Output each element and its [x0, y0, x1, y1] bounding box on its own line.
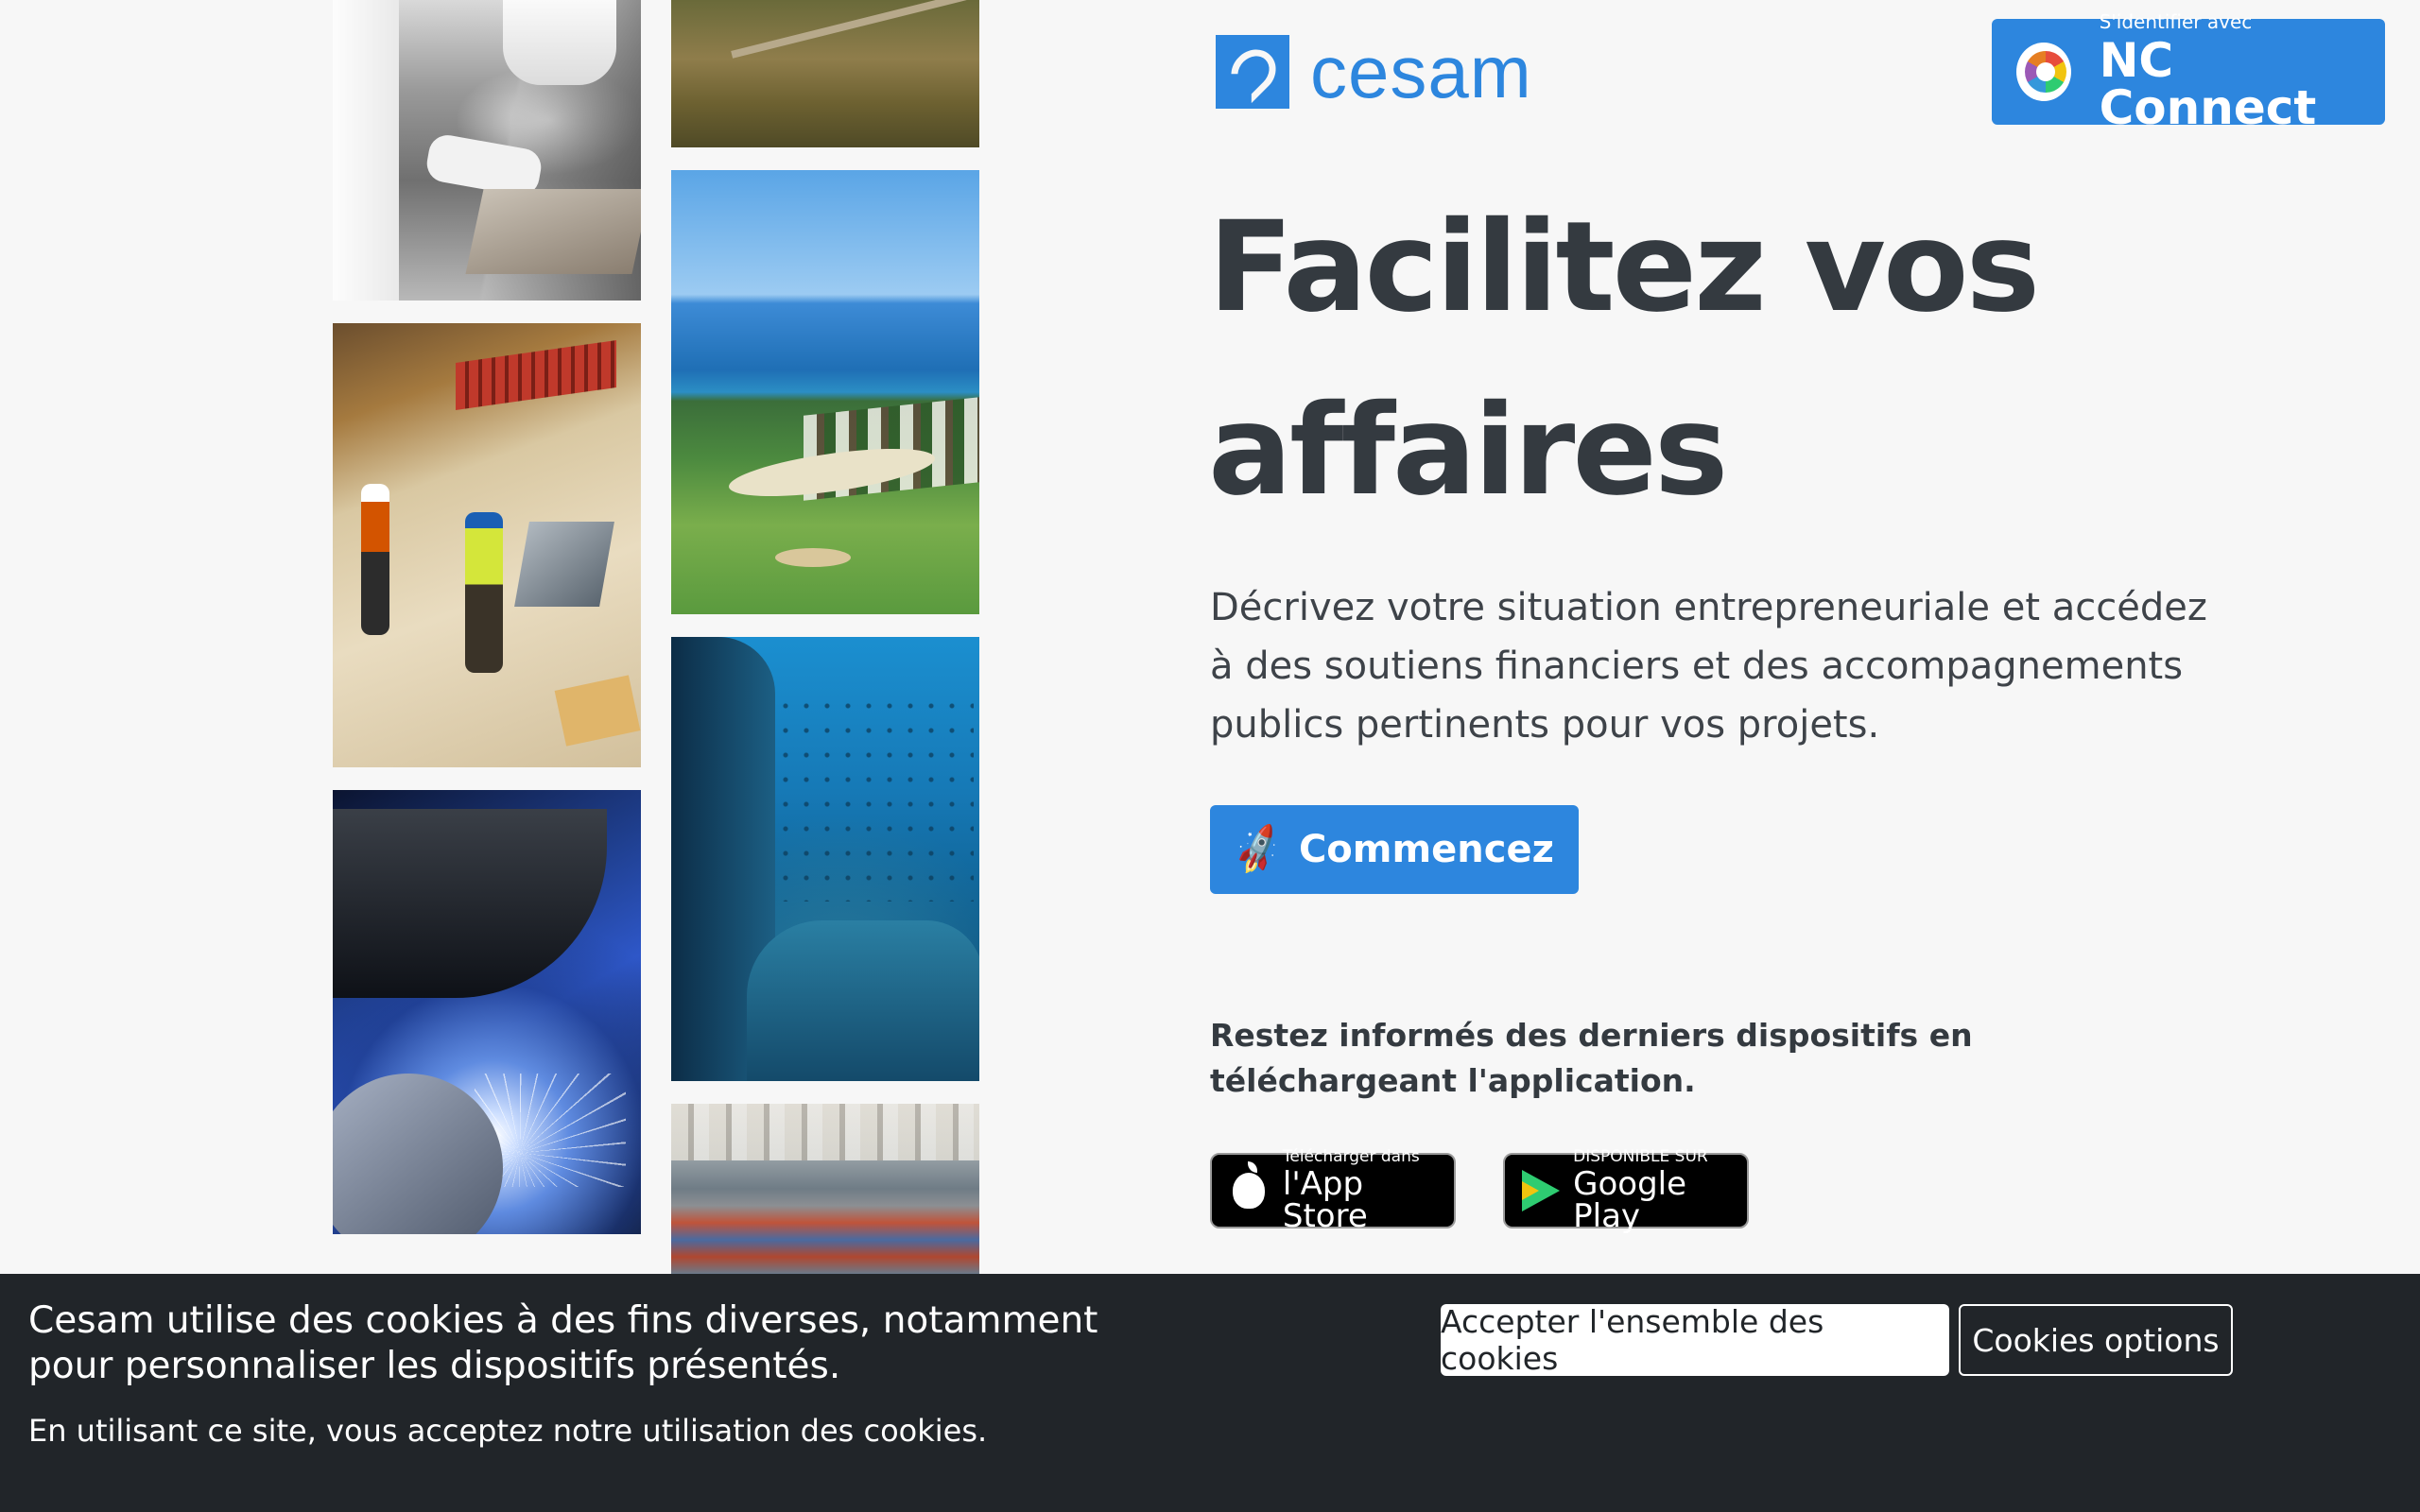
nc-connect-big-label: NC Connect — [2099, 33, 2317, 135]
cookie-banner: Cesam utilise des cookies à des fins div… — [0, 1274, 2420, 1512]
nc-connect-login-button[interactable]: S'identifier avec NC Connect — [1992, 12, 2385, 131]
app-store-small-label: Télécharger dans — [1282, 1147, 1420, 1166]
google-play-icon — [1522, 1170, 1561, 1211]
cesam-logo[interactable]: cesam — [1216, 34, 1532, 110]
hero-title: Facilitez vos affaires — [1208, 195, 2040, 524]
cesam-logo-icon — [1216, 35, 1289, 109]
google-play-button[interactable]: DISPONIBLE SUR Google Play — [1503, 1149, 1749, 1232]
cookie-sub-text: En utilisant ce site, vous acceptez notr… — [28, 1413, 988, 1449]
underwater-photo — [671, 637, 979, 1081]
golf-resort-photo — [671, 170, 979, 614]
app-store-button[interactable]: Télécharger dans l'App Store — [1210, 1149, 1456, 1232]
cookie-options-button[interactable]: Cookies options — [1959, 1304, 2233, 1376]
nc-connect-small-label: S'identifier avec — [2099, 10, 2253, 33]
google-play-small-label: DISPONIBLE SUR — [1573, 1147, 1708, 1166]
welding-photo — [333, 790, 641, 1234]
nc-connect-icon — [2016, 43, 2071, 101]
start-button-label: Commencez — [1298, 828, 1554, 871]
rocket-icon: 🚀 — [1228, 821, 1288, 879]
construction-photo — [333, 323, 641, 767]
field-photo — [671, 0, 979, 147]
app-download-note: Restez informés des derniers dispositifs… — [1210, 1017, 1973, 1099]
start-button[interactable]: 🚀 Commencez — [1210, 805, 1579, 894]
accept-cookies-button[interactable]: Accepter l'ensemble des cookies — [1441, 1303, 1949, 1377]
logo-text: cesam — [1310, 30, 1532, 113]
kitchen-photo — [333, 0, 641, 301]
app-store-big-label: l'App Store — [1282, 1165, 1368, 1235]
cookie-main-text: Cesam utilise des cookies à des fins div… — [28, 1299, 1098, 1387]
hero-description: Décrivez votre situation entrepreneurial… — [1210, 586, 2207, 747]
port-photo — [671, 1104, 979, 1274]
apple-icon — [1233, 1161, 1266, 1209]
google-play-big-label: Google Play — [1573, 1165, 1687, 1235]
